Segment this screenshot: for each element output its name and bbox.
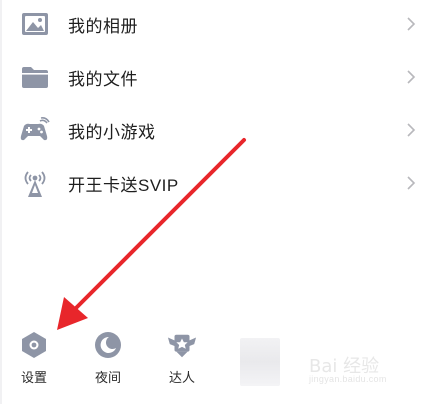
signal-tower-icon	[20, 168, 50, 198]
menu-item-label: 开王卡送SVIP	[68, 175, 179, 195]
gamepad-icon	[20, 115, 50, 145]
menu-item-files[interactable]: 我的文件	[0, 51, 437, 103]
blurred-placeholder	[240, 338, 280, 386]
chevron-right-icon	[407, 17, 416, 31]
moon-icon	[93, 330, 123, 360]
expert-label: 达人	[168, 370, 195, 385]
folder-icon	[20, 62, 50, 92]
settings-button[interactable]: 设置	[10, 330, 58, 386]
hexagon-gear-icon	[19, 330, 49, 360]
watermark-url: jingyan.baidu.com	[309, 374, 387, 384]
menu-item-minigames[interactable]: 我的小游戏	[0, 104, 437, 156]
chevron-right-icon	[407, 70, 416, 84]
photo-album-icon	[20, 9, 50, 39]
expert-button[interactable]: 达人	[158, 330, 206, 386]
menu-item-svip[interactable]: 开王卡送SVIP	[0, 157, 437, 209]
night-mode-label: 夜间	[94, 370, 121, 385]
watermark: Bai 经验 jingyan.baidu.com	[305, 352, 415, 386]
chevron-right-icon	[407, 176, 416, 190]
menu-item-label: 我的相册	[68, 16, 138, 36]
night-mode-button[interactable]: 夜间	[84, 330, 132, 386]
winged-badge-icon	[167, 330, 197, 360]
menu-item-label: 我的小游戏	[68, 122, 156, 142]
settings-label: 设置	[20, 370, 47, 385]
menu-item-album[interactable]: 我的相册	[0, 0, 437, 50]
menu-item-label: 我的文件	[68, 69, 138, 89]
chevron-right-icon	[407, 123, 416, 137]
